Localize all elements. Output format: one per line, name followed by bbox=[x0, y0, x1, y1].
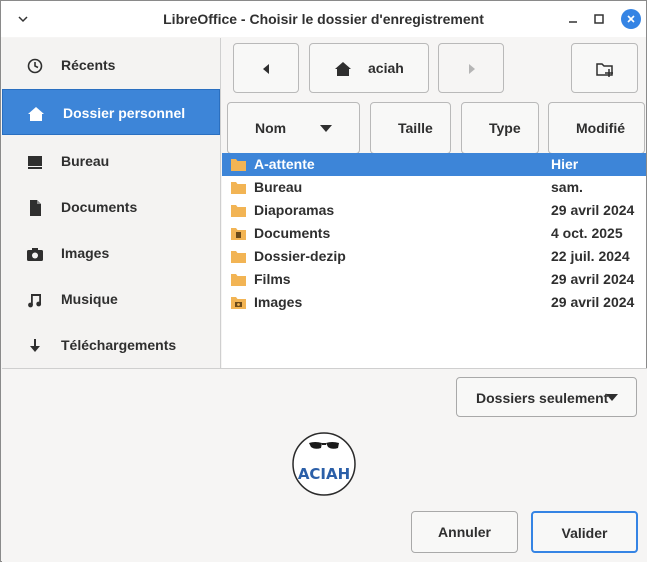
maximize-icon[interactable] bbox=[590, 10, 608, 28]
file-modified: 4 oct. 2025 bbox=[551, 225, 623, 241]
table-row[interactable]: Images 29 avril 2024 bbox=[222, 291, 646, 314]
file-modified: 22 juil. 2024 bbox=[551, 248, 630, 264]
file-modified: sam. bbox=[551, 179, 583, 195]
column-header-label: Taille bbox=[398, 120, 433, 136]
arrow-left-icon bbox=[263, 64, 269, 74]
forward-button[interactable] bbox=[438, 43, 504, 93]
close-icon bbox=[627, 15, 635, 23]
cancel-button-label: Annuler bbox=[438, 524, 491, 540]
sidebar-item-home[interactable]: Dossier personnel bbox=[2, 89, 220, 135]
folder-pictures-icon bbox=[231, 297, 246, 309]
table-row[interactable]: Diaporamas 29 avril 2024 bbox=[222, 199, 646, 222]
file-list: A-attente Hier Bureau sam. Diaporamas 29… bbox=[222, 153, 646, 368]
column-header-name[interactable]: Nom bbox=[227, 102, 360, 154]
new-folder-button[interactable] bbox=[571, 43, 638, 93]
path-label: aciah bbox=[368, 60, 404, 76]
folder-icon bbox=[231, 251, 246, 263]
file-modified: Hier bbox=[551, 156, 579, 172]
table-row[interactable]: Films 29 avril 2024 bbox=[222, 268, 646, 291]
camera-icon bbox=[27, 248, 43, 261]
music-icon bbox=[28, 294, 42, 308]
table-row[interactable]: Dossier-dezip 22 juil. 2024 bbox=[222, 245, 646, 268]
column-header-modified[interactable]: Modifié bbox=[548, 102, 645, 154]
confirm-button-label: Valider bbox=[561, 525, 608, 541]
confirm-button[interactable]: Valider bbox=[531, 511, 638, 553]
sidebar-item-label: Musique bbox=[61, 291, 118, 307]
places-sidebar: Récents Dossier personnel Bureau Documen… bbox=[2, 38, 221, 368]
sidebar-item-desktop[interactable]: Bureau bbox=[2, 138, 220, 184]
file-name: Images bbox=[254, 294, 303, 310]
folder-icon bbox=[231, 205, 246, 217]
file-name: Documents bbox=[254, 225, 331, 241]
column-header-label: Modifié bbox=[576, 120, 625, 136]
sidebar-item-label: Bureau bbox=[61, 153, 110, 169]
chevron-down-icon bbox=[606, 394, 618, 401]
column-header-label: Type bbox=[489, 120, 521, 136]
sidebar-item-images[interactable]: Images bbox=[2, 230, 220, 276]
sort-down-icon bbox=[320, 125, 332, 132]
file-modified: 29 avril 2024 bbox=[551, 294, 635, 310]
folder-icon bbox=[231, 182, 246, 194]
file-modified: 29 avril 2024 bbox=[551, 202, 635, 218]
cancel-button[interactable]: Annuler bbox=[411, 511, 518, 553]
minimize-icon[interactable] bbox=[564, 10, 582, 28]
folder-documents-icon bbox=[231, 228, 246, 240]
sidebar-item-documents[interactable]: Documents bbox=[2, 184, 220, 230]
close-button[interactable] bbox=[621, 9, 641, 29]
file-name: Dossier-dezip bbox=[254, 248, 346, 264]
document-icon bbox=[30, 200, 41, 216]
filter-selected-label: Dossiers seulement bbox=[476, 390, 609, 406]
table-row[interactable]: Documents 4 oct. 2025 bbox=[222, 222, 646, 245]
clock-icon bbox=[27, 58, 43, 74]
filter-dropdown[interactable]: Dossiers seulement bbox=[456, 377, 637, 417]
sidebar-item-music[interactable]: Musique bbox=[2, 276, 220, 322]
title-bar: LibreOffice - Choisir le dossier d'enreg… bbox=[1, 1, 646, 37]
sidebar-item-label: Images bbox=[61, 245, 110, 261]
column-header-type[interactable]: Type bbox=[461, 102, 539, 154]
window-title: LibreOffice - Choisir le dossier d'enreg… bbox=[163, 11, 484, 27]
sidebar-item-downloads[interactable]: Téléchargements bbox=[2, 322, 220, 368]
file-name: Bureau bbox=[254, 179, 303, 195]
sidebar-item-label: Documents bbox=[61, 199, 138, 215]
file-modified: 29 avril 2024 bbox=[551, 271, 635, 287]
sidebar-item-label: Dossier personnel bbox=[63, 105, 186, 121]
file-name: A-attente bbox=[254, 156, 315, 172]
aciah-logo: ACIAH bbox=[292, 432, 356, 496]
desktop-icon bbox=[28, 156, 42, 169]
path-button-home[interactable]: aciah bbox=[309, 43, 429, 93]
new-folder-icon bbox=[596, 63, 613, 77]
sidebar-item-label: Téléchargements bbox=[61, 337, 177, 353]
table-row[interactable]: A-attente Hier bbox=[222, 153, 646, 176]
download-icon bbox=[30, 339, 40, 352]
column-header-size[interactable]: Taille bbox=[370, 102, 451, 154]
sidebar-item-label: Récents bbox=[61, 57, 116, 73]
logo-text: ACIAH bbox=[298, 465, 350, 483]
file-name: Diaporamas bbox=[254, 202, 335, 218]
file-chooser-dialog: LibreOffice - Choisir le dossier d'enreg… bbox=[0, 0, 647, 562]
sidebar-item-recents[interactable]: Récents bbox=[2, 42, 220, 88]
back-button[interactable] bbox=[233, 43, 299, 93]
table-row[interactable]: Bureau sam. bbox=[222, 176, 646, 199]
home-icon bbox=[28, 107, 44, 121]
folder-icon bbox=[231, 274, 246, 286]
arrow-right-icon bbox=[469, 64, 475, 74]
folder-icon bbox=[231, 159, 246, 171]
column-header-label: Nom bbox=[255, 120, 287, 136]
file-name: Films bbox=[254, 271, 291, 287]
home-icon bbox=[335, 62, 351, 76]
